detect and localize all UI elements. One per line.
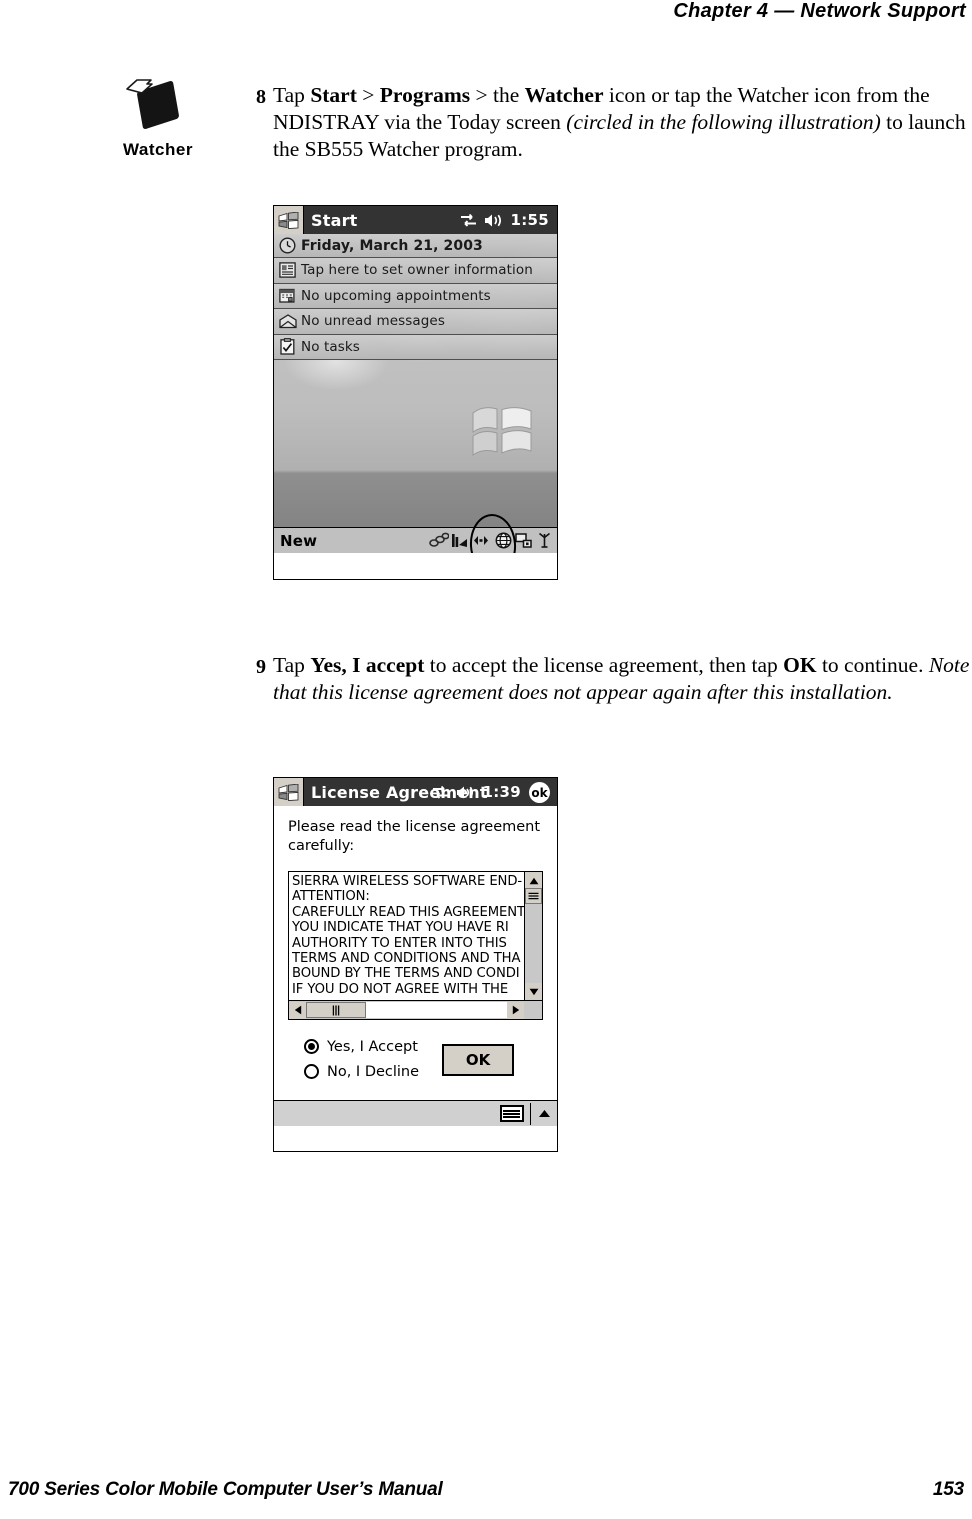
start-label: Start [311, 210, 358, 230]
start-button-license[interactable] [274, 778, 304, 806]
license-line: TERMS AND CONDITIONS AND THA [292, 951, 521, 967]
license-titlebar: License Agreement 1:39 ok [274, 778, 557, 806]
network-connection-icon[interactable] [515, 532, 534, 549]
step-8-number: 8 [256, 86, 266, 108]
header-title: Network Support [800, 0, 966, 22]
calendar-icon [274, 284, 301, 309]
license-line: CAREFULLY READ THIS AGREEMENT [292, 904, 524, 920]
step-8: 8 Tap Start > Programs > the Watcher ico… [245, 82, 972, 163]
footer-page-number: 153 [932, 1479, 964, 1500]
radio-unselected-icon [304, 1064, 319, 1079]
ok-button[interactable]: OK [442, 1044, 514, 1076]
horizontal-scrollbar[interactable] [288, 1001, 543, 1020]
today-date-label: Friday, March 21, 2003 [301, 237, 483, 254]
header-chapter-number: 4 [756, 0, 769, 22]
scroll-up-button[interactable] [525, 872, 542, 889]
radio-no-label: No, I Decline [327, 1063, 420, 1080]
license-body: Please read the license agreement carefu… [274, 806, 557, 1126]
ndistray-icon[interactable] [451, 532, 468, 549]
radio-selected-icon [304, 1039, 319, 1054]
horizontal-scroll-corner [524, 1002, 542, 1018]
owner-info-icon [274, 258, 301, 283]
today-clock[interactable]: 1:55 [510, 211, 549, 229]
radio-no-decline[interactable]: No, I Decline [304, 1059, 419, 1084]
speaker-volume-icon[interactable] [470, 533, 492, 548]
today-items-list: Friday, March 21, 2003 Tap here to set o… [274, 234, 557, 360]
connectivity-arrows-icon[interactable] [432, 785, 449, 800]
today-taskbar: New [274, 512, 557, 553]
step-8-text: Tap Start > Programs > the Watcher icon … [273, 83, 966, 161]
license-line: AUTHORITY TO ENTER INTO THIS [292, 935, 507, 951]
step-9: 9 Tap Yes, I accept to accept the licens… [245, 652, 972, 706]
header-dash: — [774, 0, 795, 22]
license-intro-text: Please read the license agreement carefu… [288, 819, 541, 854]
license-text-box[interactable]: SIERRA WIRELESS SOFTWARE END- ATTENTION: C… [288, 871, 543, 1001]
today-owner-label: Tap here to set owner information [301, 262, 533, 279]
today-titlebar: Start 1:55 [274, 206, 557, 234]
scroll-down-button[interactable] [525, 983, 542, 1000]
scroll-left-button[interactable] [289, 1001, 306, 1019]
scroll-right-button[interactable] [507, 1001, 524, 1019]
horizontal-scroll-thumb[interactable] [306, 1002, 366, 1018]
today-row-tasks[interactable]: No tasks [274, 334, 557, 360]
license-bottom-bar [274, 1100, 557, 1126]
bottom-bar-divider [529, 1102, 531, 1125]
license-titlebar-tray: 1:39 [432, 783, 521, 801]
license-agreement-screenshot: License Agreement 1:39 ok Please read th… [273, 777, 558, 1152]
license-text-lines: SIERRA WIRELESS SOFTWARE END- ATTENTION: C… [289, 872, 524, 1000]
today-row-owner[interactable]: Tap here to set owner information [274, 258, 557, 284]
today-messages-label: No unread messages [301, 313, 445, 330]
watcher-icon-block: Watcher [108, 78, 208, 160]
page-running-header: Chapter 4 — Network Support [0, 0, 972, 30]
watcher-flag-icon [126, 79, 153, 94]
vertical-scroll-thumb[interactable] [525, 888, 542, 904]
antenna-icon[interactable] [536, 532, 553, 549]
license-line: IF YOU DO NOT AGREE WITH THE [292, 981, 509, 997]
windows-flag-icon [278, 211, 299, 229]
envelope-icon [274, 309, 301, 334]
license-clock[interactable]: 1:39 [482, 783, 521, 801]
keyboard-icon[interactable] [499, 1105, 524, 1122]
license-line: SIERRA WIRELESS SOFTWARE END- [292, 874, 523, 889]
step-9-number: 9 [256, 656, 266, 678]
watcher-diamond-icon [121, 78, 195, 136]
watcher-icon-label: Watcher [123, 140, 193, 159]
start-button[interactable] [274, 206, 304, 234]
new-button[interactable]: New [280, 532, 317, 550]
today-row-appointments[interactable]: No upcoming appointments [274, 283, 557, 309]
tasks-clipboard-icon [274, 335, 301, 360]
license-line: YOU INDICATE THAT YOU HAVE RI [292, 920, 509, 936]
today-screen-screenshot: Start 1:55 Friday, March 21, 2003 Tap he… [273, 205, 558, 580]
page-footer: 700 Series Color Mobile Computer User’s … [0, 1479, 972, 1501]
footer-manual-title: 700 Series Color Mobile Computer User’s … [8, 1479, 443, 1500]
taskbar-tray-icons [429, 532, 553, 549]
horizontal-scroll-track[interactable] [366, 1002, 507, 1018]
today-row-messages[interactable]: No unread messages [274, 309, 557, 335]
vertical-scroll-track[interactable] [525, 904, 542, 983]
step-9-text: Tap Yes, I accept to accept the license … [273, 653, 970, 704]
speaker-icon[interactable] [456, 785, 475, 800]
today-appointments-label: No upcoming appointments [301, 287, 491, 304]
today-titlebar-tray: 1:55 [460, 211, 549, 229]
globe-icon[interactable] [494, 532, 513, 549]
wallpaper-windows-logo [472, 407, 532, 456]
chain-link-icon[interactable] [429, 532, 449, 549]
today-body: Friday, March 21, 2003 Tap here to set o… [274, 234, 557, 553]
speaker-icon[interactable] [484, 213, 503, 228]
today-row-date[interactable]: Friday, March 21, 2003 [274, 234, 557, 258]
license-options-group: Yes, I Accept No, I Decline [304, 1034, 419, 1084]
windows-flag-icon [278, 783, 299, 801]
up-caret-icon[interactable] [538, 1109, 551, 1118]
license-line: ATTENTION: [292, 889, 370, 905]
radio-yes-accept[interactable]: Yes, I Accept [304, 1034, 419, 1059]
today-tasks-label: No tasks [301, 338, 360, 355]
radio-yes-label: Yes, I Accept [327, 1038, 418, 1055]
titlebar-ok-button[interactable]: ok [529, 782, 550, 803]
license-line: BOUND BY THE TERMS AND CONDI [292, 966, 520, 982]
header-chapter-label: Chapter [673, 0, 752, 22]
clock-icon [274, 234, 301, 257]
connectivity-arrows-icon[interactable] [460, 213, 477, 228]
vertical-scrollbar[interactable] [524, 872, 542, 1000]
